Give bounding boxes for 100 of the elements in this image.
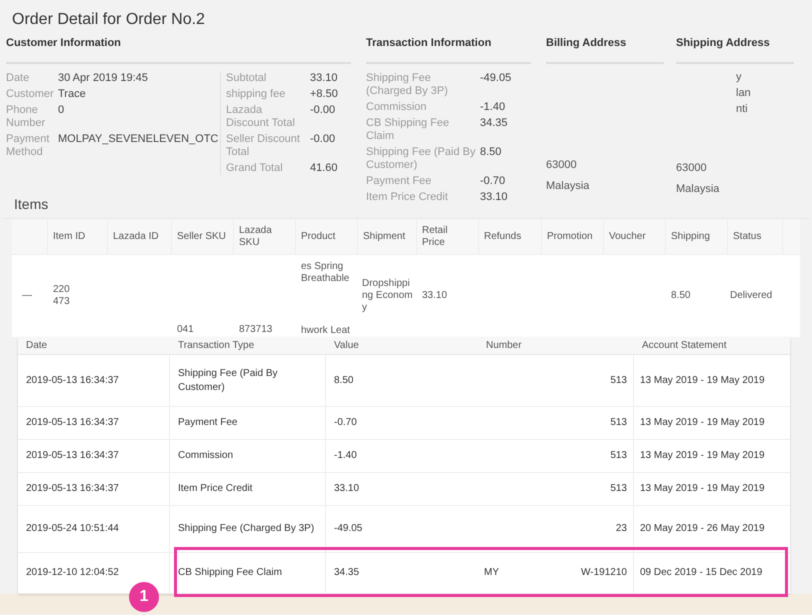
column-header: Lazada ID: [113, 230, 159, 242]
table-cell-text: es Spring Breathable: [301, 261, 350, 285]
table-cell: 23: [616, 522, 627, 536]
items-title: Items: [14, 196, 48, 212]
field-label: Shipping Fee (Charged By 3P): [366, 72, 449, 98]
address-line: 63000: [546, 158, 578, 173]
table-cell: Dropshipping Economy: [362, 278, 413, 314]
field-label: Seller Discount Total: [226, 133, 301, 159]
field-value: -0.70: [480, 175, 506, 188]
table-cell: 33.10: [422, 290, 448, 302]
table-cell: CB Shipping Fee Claim: [178, 566, 282, 580]
table-cell-text: 220 473: [53, 284, 71, 308]
table-cell: 513: [610, 374, 627, 388]
field-label: Phone Number: [6, 104, 46, 130]
table-cell: 13 May 2019 - 19 May 2019: [640, 449, 765, 463]
table-cell: 8.50: [334, 374, 354, 388]
address-line: lan: [736, 88, 752, 99]
column-header: Voucher: [609, 230, 646, 242]
column-header: Status: [733, 230, 762, 242]
table-cell-text: Shipping Fee (Paid By Customer): [178, 366, 279, 394]
column-header: Retail Price: [422, 224, 449, 248]
field-label: Payment Fee: [366, 175, 432, 188]
section-header: Customer Information: [6, 37, 121, 49]
column-header: Seller SKU: [177, 230, 226, 242]
table-cell: 513: [610, 416, 627, 430]
table-cell: 2019-05-13 16:34:37: [26, 374, 119, 388]
field-label: Lazada Discount Total: [226, 104, 296, 130]
field-value: 34.35: [480, 117, 508, 131]
field-value: 30 Apr 2019 19:45: [58, 72, 148, 85]
field-label: Payment Method: [6, 133, 50, 159]
table-cell: 2019-05-13 16:34:37: [26, 482, 119, 496]
field-value: 41.60: [310, 162, 338, 175]
table-cell: Item Price Credit: [178, 482, 252, 496]
table-cell: 09 Dec 2019 - 15 Dec 2019: [640, 566, 762, 580]
table-cell: 34.35: [334, 566, 360, 580]
table-cell: 873713: [239, 324, 272, 336]
field-value: 33.10: [480, 191, 508, 204]
table-cell: 041: [177, 324, 194, 336]
column-header: Number: [486, 339, 522, 353]
column-header: Lazada SKU: [239, 224, 273, 248]
column-header: Shipping: [671, 230, 710, 242]
page-title: Order Detail for Order No.2: [12, 11, 205, 28]
field-value: 8.50: [480, 146, 502, 160]
field-value: -0.00: [310, 104, 336, 118]
address-line: 63000: [676, 161, 708, 176]
field-label: Shipping Fee (Paid By Customer): [366, 146, 476, 172]
table-cell: 2019-12-10 12:04:52: [26, 566, 119, 580]
table-cell: 8.50: [671, 290, 690, 302]
field-value: Trace: [58, 88, 86, 101]
table-cell: W-191210: [581, 566, 627, 580]
field-label: Date: [6, 72, 30, 85]
collapse-toggle[interactable]: —: [22, 290, 32, 302]
field-label: Customer: [6, 88, 54, 101]
field-value: -0.00: [310, 133, 336, 147]
table-cell: Payment Fee: [178, 416, 238, 430]
column-header: Transaction Type: [178, 339, 254, 353]
section-header: Shipping Address: [676, 37, 770, 49]
field-label: Commission: [366, 101, 428, 114]
table-cell: 513: [610, 449, 627, 463]
field-label: Grand Total: [226, 162, 284, 175]
address-line: nti: [736, 104, 749, 115]
table-cell: Delivered: [730, 290, 772, 302]
field-value: -49.05: [480, 72, 512, 86]
table-cell: 20 May 2019 - 26 May 2019: [640, 522, 765, 536]
table-cell: 33.10: [334, 482, 360, 496]
table-cell: -1.40: [334, 449, 357, 463]
table-cell: -49.05: [334, 522, 362, 536]
table-cell: 2019-05-13 16:34:37: [26, 449, 119, 463]
column-header: Promotion: [547, 230, 593, 242]
field-value: 0: [58, 104, 64, 118]
column-header: Product: [301, 230, 336, 242]
field-value: -1.40: [480, 101, 506, 114]
field-value: +8.50: [310, 88, 338, 101]
section-header: Billing Address: [546, 37, 626, 49]
field-value: 33.10: [310, 72, 338, 85]
column-header: Refunds: [484, 230, 522, 242]
table-cell: 13 May 2019 - 19 May 2019: [640, 482, 765, 496]
table-cell: 13 May 2019 - 19 May 2019: [640, 416, 765, 430]
table-cell-text: hwork Leat: [301, 325, 351, 337]
table-cell: 513: [610, 482, 627, 496]
table-cell: -0.70: [334, 416, 357, 430]
column-header: Value: [334, 339, 359, 353]
table-cell: MY: [484, 566, 499, 580]
table-cell: 2019-05-24 10:51:44: [26, 522, 119, 536]
field-value: MOLPAY_SEVENELEVEN_OTC: [58, 133, 218, 147]
address-line: Malaysia: [676, 182, 720, 196]
field-label: Subtotal: [226, 72, 268, 85]
section-header: Transaction Information: [366, 37, 492, 49]
column-header: Shipment: [363, 230, 406, 242]
address-line: Malaysia: [546, 178, 590, 194]
field-label: CB Shipping Fee Claim: [366, 117, 450, 143]
field-label: shipping fee: [226, 88, 286, 101]
address-line: y: [736, 72, 742, 83]
column-header: Item ID: [53, 230, 86, 242]
field-label: Item Price Credit: [366, 191, 449, 204]
table-cell: 2019-05-13 16:34:37: [26, 416, 119, 430]
column-header: Date: [26, 339, 48, 353]
table-cell: Shipping Fee (Charged By 3P): [178, 522, 314, 536]
column-header: Account Statement: [642, 339, 726, 353]
table-cell: 13 May 2019 - 19 May 2019: [640, 374, 765, 388]
